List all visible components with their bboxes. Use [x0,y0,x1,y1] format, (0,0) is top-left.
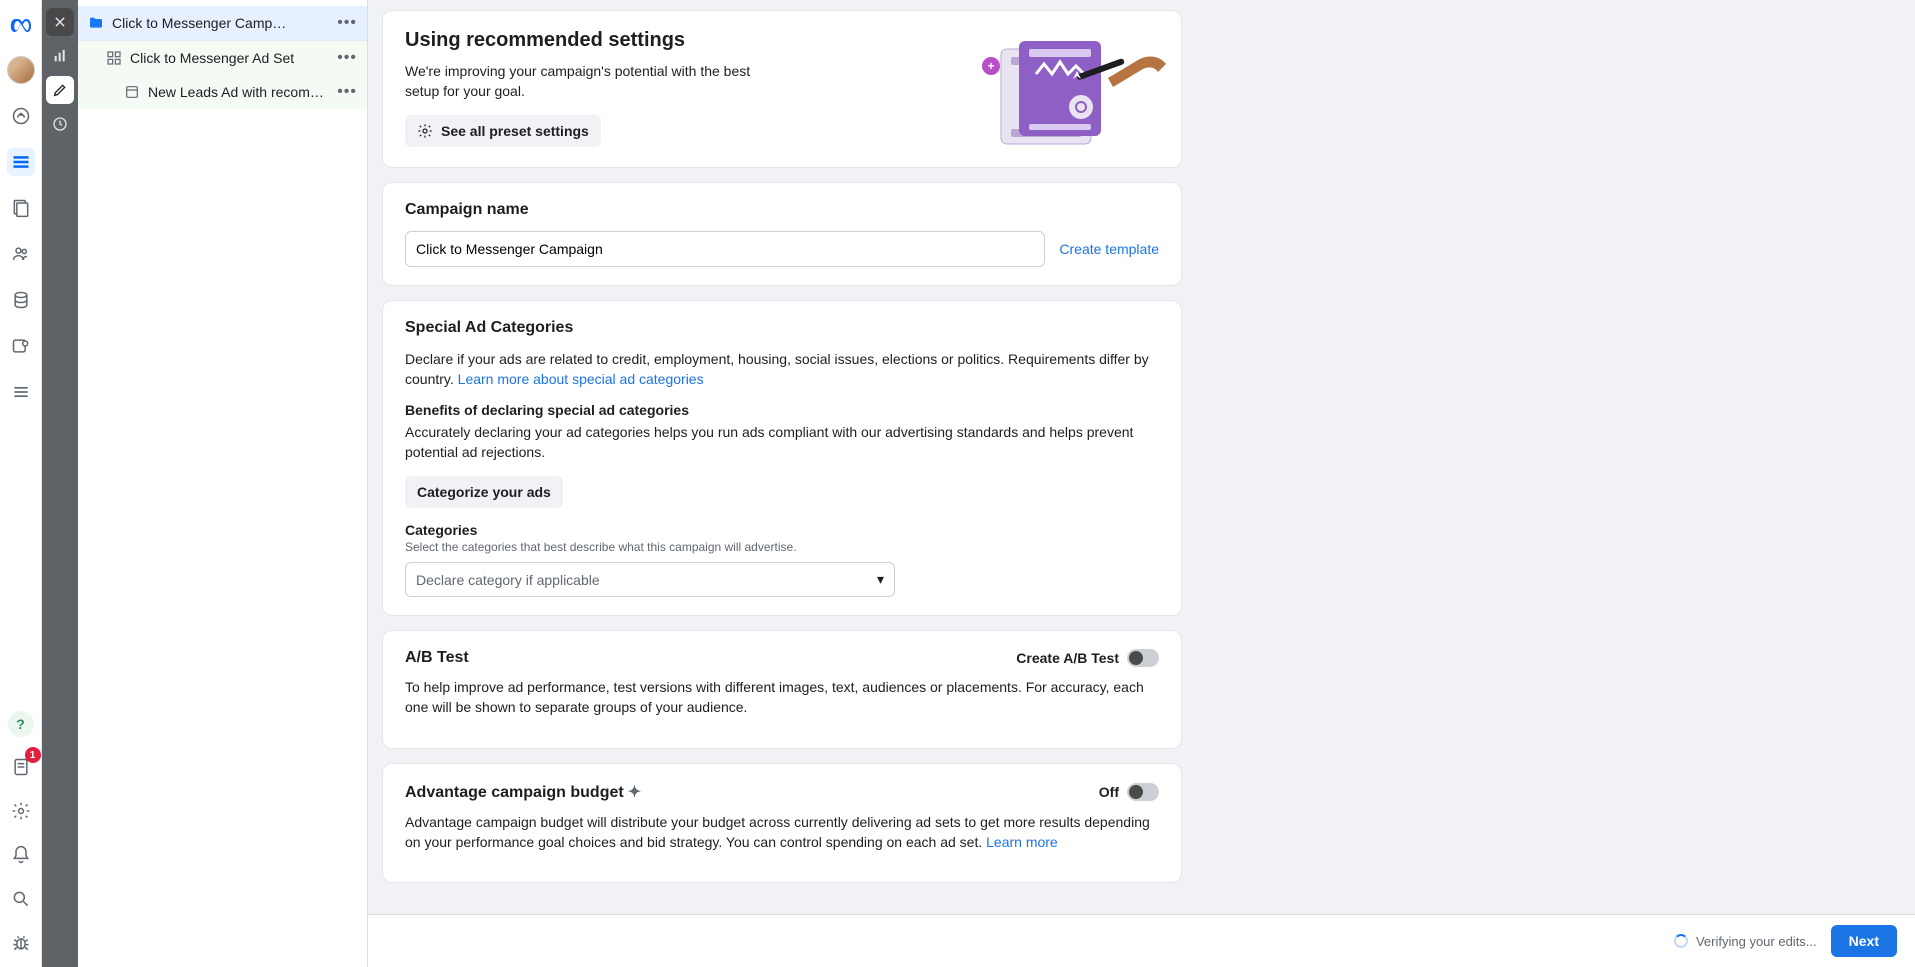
main-editor: Using recommended settings We're improvi… [368,0,1915,967]
abtest-toggle[interactable] [1127,649,1159,667]
advertising-settings-icon[interactable] [7,332,35,360]
next-button[interactable]: Next [1831,925,1897,957]
abtest-toggle-label: Create A/B Test [1016,650,1119,666]
user-avatar[interactable] [7,56,35,84]
special-ad-title: Special Ad Categories [405,319,1159,337]
advantage-toggle[interactable] [1127,783,1159,801]
verifying-status: Verifying your edits... [1674,934,1817,949]
special-ad-learn-link[interactable]: Learn more about special ad categories [458,371,704,387]
hero-subtitle: We're improving your campaign's potentia… [405,62,765,101]
abtest-title: A/B Test [405,649,469,667]
categorize-label: Categorize your ads [417,484,551,500]
caret-down-icon: ▾ [877,571,884,588]
category-placeholder: Declare category if applicable [416,572,600,588]
chart-mode-icon[interactable] [46,42,74,70]
campaigns-icon[interactable] [7,148,35,176]
benefit-desc: Accurately declaring your ad categories … [405,422,1159,463]
special-ad-card: Special Ad Categories Declare if your ad… [382,300,1182,616]
spinner-icon [1674,934,1688,948]
tree-ad-label: New Leads Ad with recommend… [148,84,328,100]
categories-label: Categories [405,522,1159,538]
tree-more-icon[interactable]: ••• [337,49,357,67]
advantage-desc: Advantage campaign budget will distribut… [405,812,1159,853]
advantage-title: Advantage campaign budget✦ [405,782,641,802]
tree-adset-label: Click to Messenger Ad Set [130,50,294,66]
all-tools-icon[interactable] [7,378,35,406]
tree-campaign-label: Click to Messenger Campaign [112,15,292,31]
adset-icon [106,50,122,66]
structure-tree: Click to Messenger Campaign ••• Click to… [78,0,368,967]
app-icon-rail: ? 1 [0,0,42,967]
tree-adset-row[interactable]: Click to Messenger Ad Set ••• [78,41,367,75]
sparkle-icon: ✦ [628,784,641,801]
tree-more-icon[interactable]: ••• [337,14,357,32]
advantage-card: Advantage campaign budget✦ Off Advantage… [382,763,1182,884]
hero-illustration: + [981,29,1171,149]
special-ad-desc: Declare if your ads are related to credi… [405,349,1159,390]
help-icon[interactable]: ? [8,711,34,737]
folder-icon [88,15,104,31]
tree-more-icon[interactable]: ••• [337,83,357,101]
settings-icon[interactable] [7,797,35,825]
tree-ad-row[interactable]: New Leads Ad with recommend… ••• [78,75,367,109]
audiences-icon[interactable] [7,240,35,268]
tree-campaign-row[interactable]: Click to Messenger Campaign ••• [78,6,367,41]
gauge-icon[interactable] [7,102,35,130]
recommended-settings-card: Using recommended settings We're improvi… [382,10,1182,168]
meta-logo-icon[interactable] [9,14,33,38]
advantage-learn-link[interactable]: Learn more [986,834,1058,850]
hero-title: Using recommended settings [405,29,965,52]
abtest-card: A/B Test Create A/B Test To help improve… [382,630,1182,749]
see-preset-button[interactable]: See all preset settings [405,115,601,147]
advantage-toggle-label: Off [1099,784,1119,800]
category-select[interactable]: Declare category if applicable ▾ [405,562,895,597]
abtest-desc: To help improve ad performance, test ver… [405,677,1159,718]
notif-count-badge: 1 [25,747,41,763]
gear-icon [417,123,433,139]
benefit-title: Benefits of declaring special ad categor… [405,402,1159,418]
ad-icon [124,84,140,100]
editor-footer: Verifying your edits... Next [368,914,1915,967]
bug-icon[interactable] [7,929,35,957]
advantage-title-text: Advantage campaign budget [405,784,624,801]
ads-reporting-icon[interactable] [7,194,35,222]
billing-icon[interactable] [7,286,35,314]
campaign-name-input[interactable] [405,231,1045,267]
campaign-name-title: Campaign name [405,201,1159,219]
svg-text:+: + [987,59,994,73]
create-template-link[interactable]: Create template [1059,241,1159,257]
bell-icon[interactable] [7,841,35,869]
page-notif-icon[interactable]: 1 [7,753,35,781]
history-mode-icon[interactable] [46,110,74,138]
verifying-text: Verifying your edits... [1696,934,1817,949]
close-editor-icon[interactable] [46,8,74,36]
editor-mode-column [42,0,78,967]
categorize-ads-button[interactable]: Categorize your ads [405,476,563,508]
categories-hint: Select the categories that best describe… [405,540,1159,554]
campaign-name-card: Campaign name Create template [382,182,1182,286]
search-icon[interactable] [7,885,35,913]
edit-mode-icon[interactable] [46,76,74,104]
see-preset-label: See all preset settings [441,123,589,139]
